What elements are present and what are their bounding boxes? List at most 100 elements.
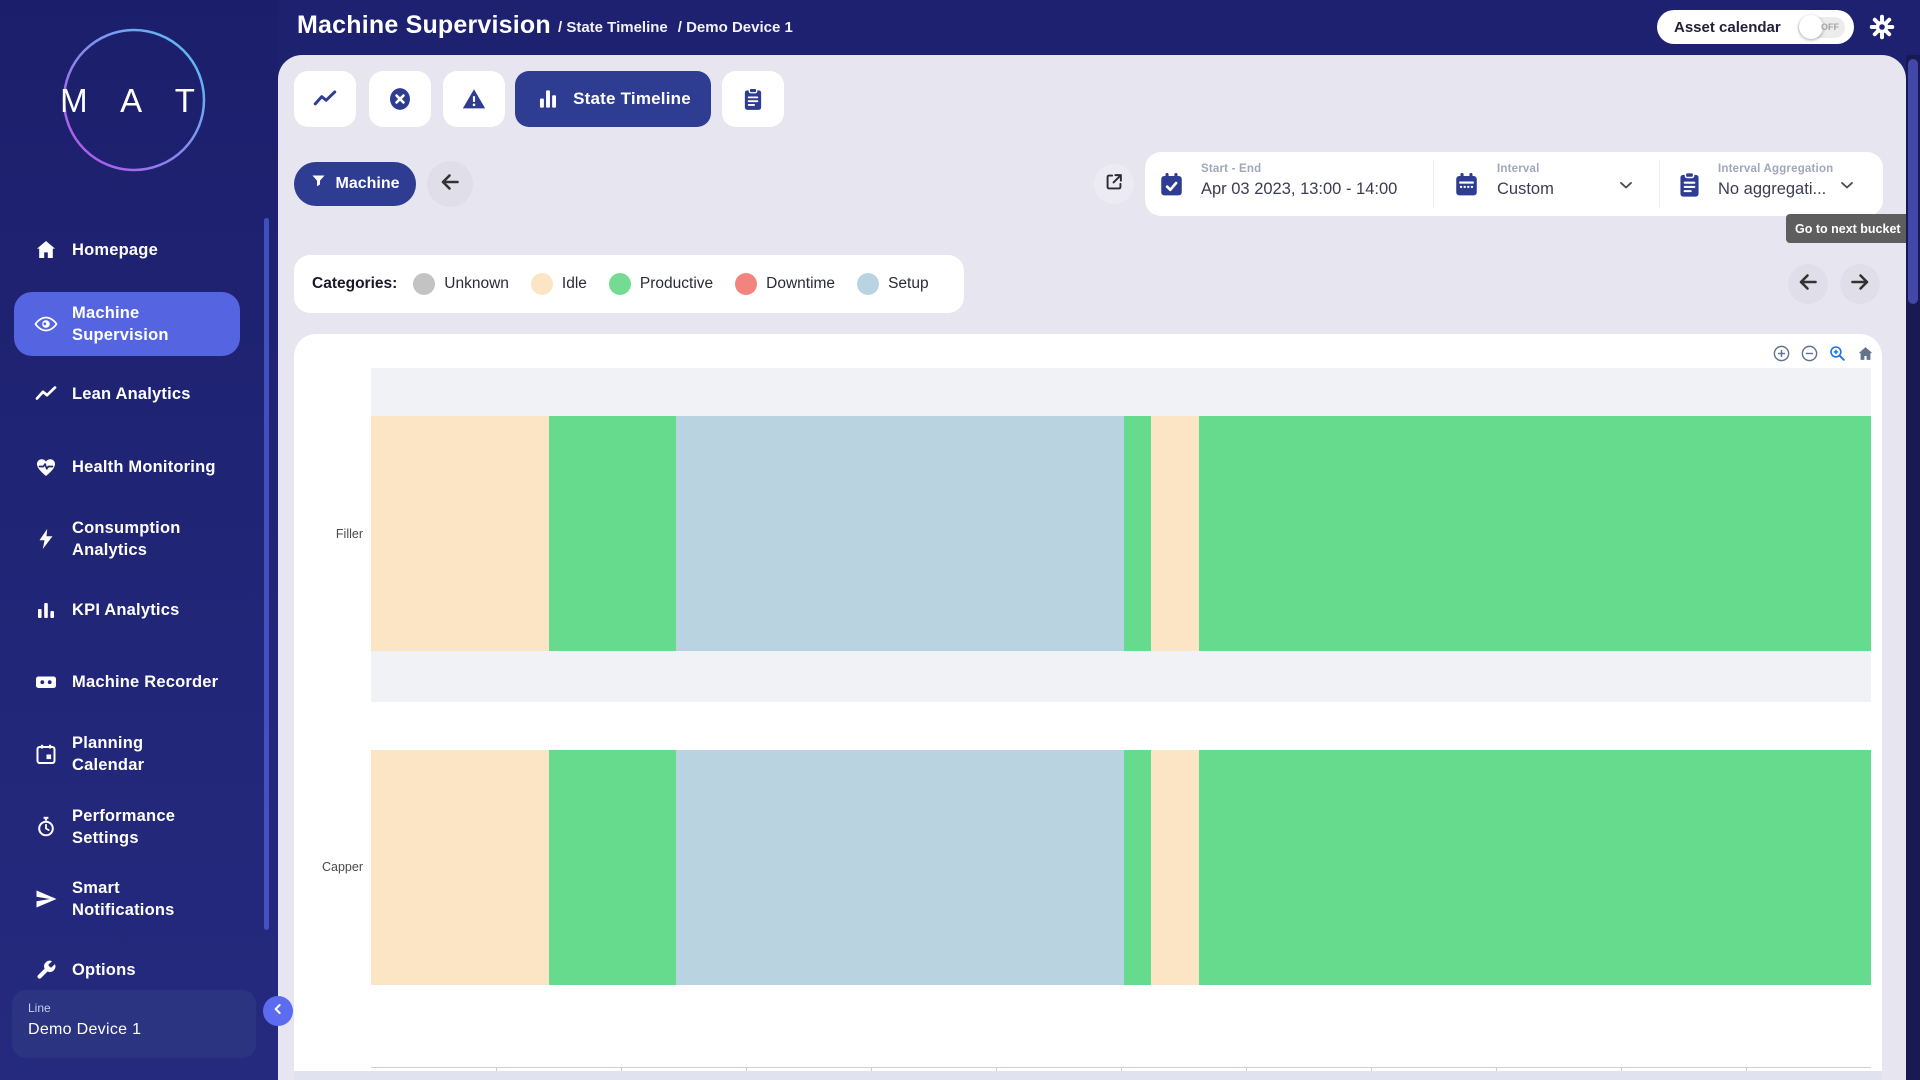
app-root: M A T Homepage Machine Supervision Lean … [0, 0, 1920, 1080]
next-bucket-button[interactable] [1840, 264, 1880, 304]
asset-calendar-label: Asset calendar [1674, 19, 1798, 36]
box-zoom-icon[interactable] [1828, 344, 1847, 363]
content-area: State Timeline Machine Start - End Apr 0… [278, 55, 1906, 1080]
segment-capper-idle[interactable] [1151, 750, 1199, 985]
legend-color-dot [609, 273, 631, 295]
interval-select[interactable]: Interval Custom [1433, 152, 1659, 216]
aggregation-label: Interval Aggregation [1718, 163, 1833, 175]
segment-capper-idle[interactable] [371, 750, 549, 985]
segment-capper-productive[interactable] [1199, 750, 1872, 985]
clipboard-icon [740, 86, 766, 112]
legend-item-unknown[interactable]: Unknown [413, 273, 518, 295]
interval-label: Interval [1497, 163, 1540, 175]
sidebar-item-performance-settings[interactable]: Performance Settings [0, 793, 262, 861]
aggregation-select[interactable]: Interval Aggregation No aggregati... [1659, 152, 1883, 216]
sidebar-item-label: KPI Analytics [72, 599, 179, 621]
state-timeline-chart-card: FillerCapper13:05:0013:10:0013:15:0013:2… [294, 334, 1882, 1080]
machine-filter-button[interactable]: Machine [294, 162, 416, 206]
legend-color-dot [735, 273, 757, 295]
aggregation-value: No aggregati... [1718, 180, 1826, 199]
topbar: Machine Supervision / State Timeline/ De… [278, 0, 1920, 55]
segment-filler-productive[interactable] [1199, 416, 1872, 651]
segment-filler-productive[interactable] [1124, 416, 1152, 651]
home-icon [34, 238, 58, 262]
tab-alarms[interactable] [443, 71, 505, 127]
segment-filler-idle[interactable] [1151, 416, 1199, 651]
bar-chart-icon [34, 598, 58, 622]
go-to-next-bucket-tooltip: Go to next bucket [1786, 214, 1906, 243]
tab-report[interactable] [722, 71, 784, 127]
page-scrollbar-thumb[interactable] [1908, 59, 1918, 304]
machine-filter-label: Machine [335, 175, 399, 193]
segment-filler-setup[interactable] [676, 416, 1124, 651]
segment-capper-setup[interactable] [676, 750, 1124, 985]
cassette-icon [34, 670, 58, 694]
heart-pulse-icon [34, 455, 58, 479]
eye-icon [34, 312, 58, 336]
open-external-button[interactable] [1094, 164, 1134, 204]
categories-legend: Categories: Unknown Idle Productive Down… [294, 255, 964, 313]
legend-item-setup[interactable]: Setup [857, 273, 938, 295]
tab-trend[interactable] [294, 71, 356, 127]
start-end-label: Start - End [1201, 163, 1261, 175]
sidebar-item-consumption-analytics[interactable]: Consumption Analytics [0, 505, 262, 573]
sidebar-item-machine-supervision[interactable]: Machine Supervision [14, 292, 240, 356]
sidebar-item-health-monitoring[interactable]: Health Monitoring [0, 447, 262, 487]
zoom-in-icon[interactable] [1772, 344, 1791, 363]
sidebar-item-planning-calendar[interactable]: Planning Calendar [0, 720, 262, 788]
legend-item-downtime[interactable]: Downtime [735, 273, 844, 295]
segment-capper-productive[interactable] [549, 750, 677, 985]
sidebar-item-kpi-analytics[interactable]: KPI Analytics [0, 590, 262, 630]
segment-filler-productive[interactable] [549, 416, 677, 651]
reset-home-icon[interactable] [1856, 344, 1875, 363]
tab-stops[interactable] [369, 71, 431, 127]
legend-item-label: Downtime [766, 275, 835, 293]
sidebar-item-machine-recorder[interactable]: Machine Recorder [0, 662, 262, 702]
chart-horizontal-scrollbar[interactable] [294, 1071, 1882, 1080]
sidebar-item-label: Smart Notifications [72, 877, 175, 921]
chevron-left-icon [270, 1001, 286, 1022]
breadcrumb-segment[interactable]: / Demo Device 1 [678, 19, 793, 36]
start-end-value: Apr 03 2023, 13:00 - 14:00 [1201, 180, 1397, 199]
sidebar-item-label: Homepage [72, 239, 158, 261]
breadcrumb-segment[interactable]: / State Timeline [558, 19, 668, 36]
sidebar-item-options[interactable]: Options [0, 950, 262, 990]
wrench-icon [34, 958, 58, 982]
sidebar-item-label: Planning Calendar [72, 732, 144, 776]
tab-state-timeline[interactable]: State Timeline [515, 71, 711, 127]
device-panel-label: Line [28, 1001, 240, 1015]
back-button[interactable] [427, 161, 473, 207]
segment-capper-productive[interactable] [1124, 750, 1152, 985]
arrow-left-icon [1796, 270, 1820, 299]
sidebar-scrollbar[interactable] [264, 218, 269, 930]
toggle-knob [1799, 15, 1823, 39]
legend-color-dot [531, 273, 553, 295]
previous-bucket-button[interactable] [1788, 264, 1828, 304]
arrow-left-icon [438, 170, 462, 199]
start-end-picker[interactable]: Start - End Apr 03 2023, 13:00 - 14:00 [1145, 152, 1433, 216]
chevron-down-icon [1837, 175, 1857, 195]
segment-filler-idle[interactable] [371, 416, 549, 651]
device-panel[interactable]: Line Demo Device 1 [12, 990, 256, 1058]
gear-icon[interactable] [1868, 13, 1896, 41]
page-scrollbar[interactable] [1906, 55, 1920, 1080]
arrow-right-icon [1848, 270, 1872, 299]
zoom-out-icon[interactable] [1800, 344, 1819, 363]
legend-item-idle[interactable]: Idle [531, 273, 596, 295]
timeline-bars-icon [535, 86, 561, 112]
asset-calendar-switch[interactable]: OFF [1798, 17, 1845, 38]
sidebar-item-homepage[interactable]: Homepage [0, 230, 262, 270]
sidebar-item-smart-notifications[interactable]: Smart Notifications [0, 865, 262, 933]
device-panel-value: Demo Device 1 [28, 1021, 240, 1039]
timeline-plot[interactable]: FillerCapper13:05:0013:10:0013:15:0013:2… [371, 368, 1871, 1067]
x-circle-icon [387, 86, 413, 112]
sidebar-collapse-button[interactable] [263, 996, 293, 1026]
interval-value: Custom [1497, 180, 1554, 199]
asset-calendar-toggle[interactable]: Asset calendar OFF [1657, 10, 1854, 44]
sidebar-item-lean-analytics[interactable]: Lean Analytics [0, 374, 262, 414]
legend-item-label: Idle [562, 275, 587, 293]
chevron-down-icon [1616, 175, 1636, 195]
sidebar-item-label: Consumption Analytics [72, 517, 181, 561]
legend-item-productive[interactable]: Productive [609, 273, 722, 295]
legend-color-dot [857, 273, 879, 295]
